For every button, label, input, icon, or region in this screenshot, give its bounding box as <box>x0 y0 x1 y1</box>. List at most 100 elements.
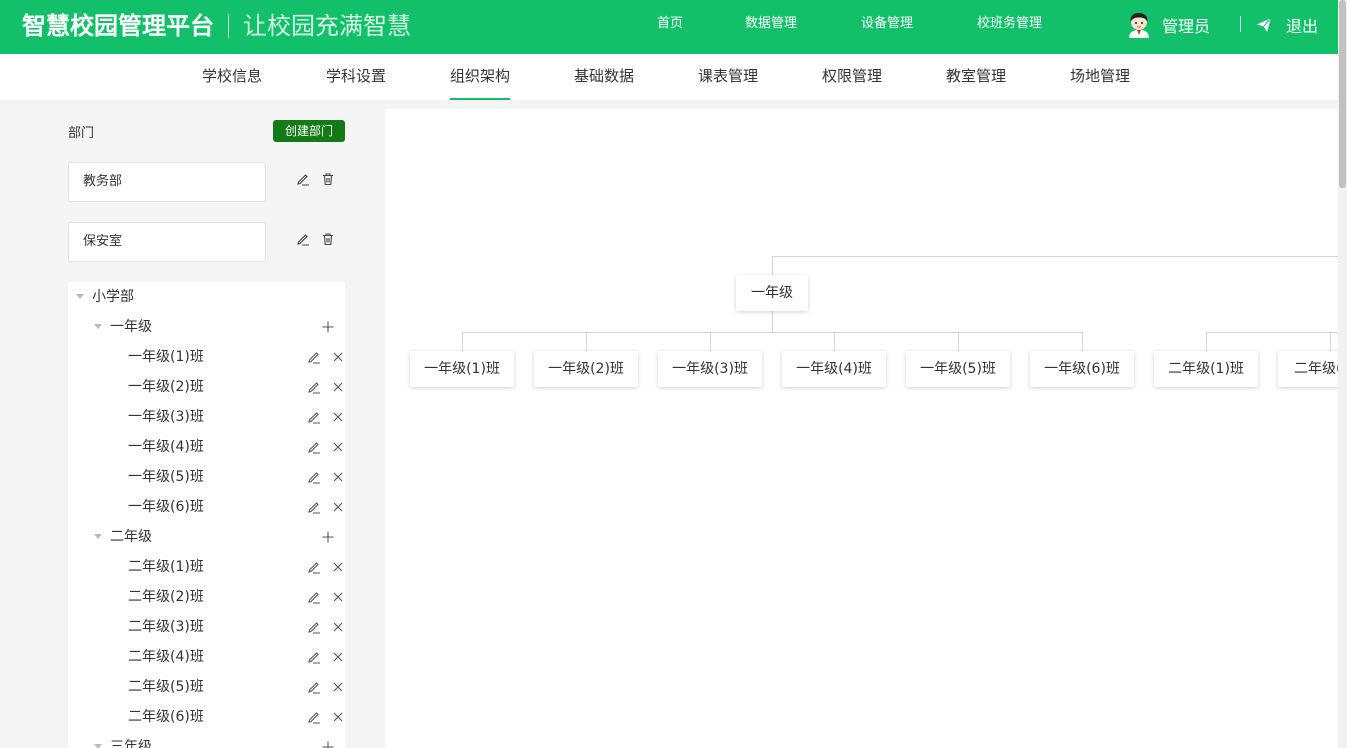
pencil-icon[interactable] <box>307 620 321 634</box>
org-node-grade[interactable]: 一年级 <box>736 275 808 311</box>
pencil-icon[interactable] <box>307 500 321 514</box>
tree-node-class[interactable]: 二年级(4)班 <box>68 642 345 672</box>
tree-node-class[interactable]: 一年级(6)班 <box>68 492 345 522</box>
scrollbar-thumb[interactable] <box>1339 0 1346 188</box>
department-item[interactable]: 保安室 <box>68 222 266 262</box>
tree-node-grade[interactable]: 二年级 <box>68 522 345 552</box>
tree-label: 二年级(1)班 <box>128 559 204 575</box>
trash-icon[interactable] <box>321 172 335 186</box>
pencil-icon[interactable] <box>307 680 321 694</box>
pencil-icon[interactable] <box>307 410 321 424</box>
tree-label: 二年级 <box>110 529 152 545</box>
close-icon[interactable] <box>331 710 345 724</box>
connector-line <box>586 332 587 351</box>
pencil-icon[interactable] <box>307 470 321 484</box>
logout-button[interactable]: 退出 <box>1256 12 1318 38</box>
close-icon[interactable] <box>331 410 345 424</box>
connector-line <box>958 332 959 351</box>
close-icon[interactable] <box>331 620 345 634</box>
tree-label: 二年级(3)班 <box>128 619 204 635</box>
tree-node-class[interactable]: 一年级(3)班 <box>68 402 345 432</box>
tree-label: 二年级(4)班 <box>128 649 204 665</box>
tab-timetable[interactable]: 课表管理 <box>698 54 758 100</box>
department-item[interactable]: 教务部 <box>68 162 266 202</box>
tab-permissions[interactable]: 权限管理 <box>822 54 882 100</box>
tree-node-class[interactable]: 一年级(2)班 <box>68 372 345 402</box>
pencil-icon[interactable] <box>296 172 310 186</box>
nav-data-management[interactable]: 数据管理 <box>745 0 797 54</box>
close-icon[interactable] <box>331 590 345 604</box>
plus-icon[interactable] <box>321 740 335 748</box>
org-node-class[interactable]: 一年级(1)班 <box>410 351 514 387</box>
avatar <box>1126 11 1152 39</box>
org-node-class[interactable]: 一年级(4)班 <box>782 351 886 387</box>
close-icon[interactable] <box>331 440 345 454</box>
tree-label: 二年级(6)班 <box>128 709 204 725</box>
connector-line <box>772 256 1338 257</box>
header-divider <box>1240 16 1241 32</box>
plus-icon[interactable] <box>321 530 335 544</box>
caret-down-icon[interactable] <box>94 534 102 539</box>
tab-subject-settings[interactable]: 学科设置 <box>326 54 386 100</box>
close-icon[interactable] <box>331 500 345 514</box>
tree-node-class[interactable]: 一年级(5)班 <box>68 462 345 492</box>
org-node-class[interactable]: 二年级(1)班 <box>1154 351 1258 387</box>
tree-label: 一年级 <box>110 319 152 335</box>
tree-node-class[interactable]: 一年级(4)班 <box>68 432 345 462</box>
close-icon[interactable] <box>331 560 345 574</box>
org-node-class[interactable]: 一年级(3)班 <box>658 351 762 387</box>
app-name: 智慧校园管理平台 <box>22 12 214 40</box>
tree-label: 小学部 <box>92 289 134 305</box>
department-title: 部门 <box>68 126 95 141</box>
caret-down-icon[interactable] <box>76 294 84 299</box>
tree-label: 二年级(2)班 <box>128 589 204 605</box>
user-menu[interactable]: 管理员 <box>1126 10 1210 40</box>
tree-node-class[interactable]: 二年级(1)班 <box>68 552 345 582</box>
close-icon[interactable] <box>331 470 345 484</box>
pencil-icon[interactable] <box>307 650 321 664</box>
tab-venues[interactable]: 场地管理 <box>1070 54 1130 100</box>
connector-line <box>1330 332 1331 351</box>
org-node-class[interactable]: 一年级(5)班 <box>906 351 1010 387</box>
caret-down-icon[interactable] <box>94 744 102 748</box>
org-node-class[interactable]: 一年级(2)班 <box>534 351 638 387</box>
pencil-icon[interactable] <box>307 560 321 574</box>
tab-classrooms[interactable]: 教室管理 <box>946 54 1006 100</box>
nav-device-management[interactable]: 设备管理 <box>861 0 913 54</box>
pencil-icon[interactable] <box>307 380 321 394</box>
connector-line <box>834 332 835 351</box>
trash-icon[interactable] <box>321 232 335 246</box>
plus-icon[interactable] <box>321 320 335 334</box>
tree-node-root[interactable]: 小学部 <box>68 282 345 312</box>
brand: 智慧校园管理平台 让校园充满智慧 <box>22 10 411 42</box>
secondary-nav: 学校信息 学科设置 组织架构 基础数据 课表管理 权限管理 教室管理 场地管理 <box>0 54 1338 100</box>
tree-node-class[interactable]: 一年级(1)班 <box>68 342 345 372</box>
page-scrollbar[interactable] <box>1338 0 1347 748</box>
close-icon[interactable] <box>331 680 345 694</box>
close-icon[interactable] <box>331 350 345 364</box>
close-icon[interactable] <box>331 380 345 394</box>
tab-basic-data[interactable]: 基础数据 <box>574 54 634 100</box>
tab-org-structure[interactable]: 组织架构 <box>450 54 511 100</box>
tree-node-class[interactable]: 二年级(6)班 <box>68 702 345 732</box>
nav-class-affairs[interactable]: 校班务管理 <box>977 0 1042 54</box>
tab-school-info[interactable]: 学校信息 <box>202 54 262 100</box>
pencil-icon[interactable] <box>296 232 310 246</box>
tree-node-grade[interactable]: 三年级 <box>68 732 345 748</box>
tree-node-grade[interactable]: 一年级 <box>68 312 345 342</box>
tree-node-class[interactable]: 二年级(2)班 <box>68 582 345 612</box>
close-icon[interactable] <box>331 650 345 664</box>
tree-node-class[interactable]: 二年级(5)班 <box>68 672 345 702</box>
pencil-icon[interactable] <box>307 710 321 724</box>
pencil-icon[interactable] <box>307 440 321 454</box>
user-name: 管理员 <box>1162 17 1211 36</box>
logout-label: 退出 <box>1286 17 1319 36</box>
org-node-class[interactable]: 二年级( <box>1278 351 1338 387</box>
tree-node-class[interactable]: 二年级(3)班 <box>68 612 345 642</box>
pencil-icon[interactable] <box>307 350 321 364</box>
nav-home[interactable]: 首页 <box>657 0 683 54</box>
org-node-class[interactable]: 一年级(6)班 <box>1030 351 1134 387</box>
caret-down-icon[interactable] <box>94 324 102 329</box>
pencil-icon[interactable] <box>307 590 321 604</box>
create-department-button[interactable]: 创建部门 <box>273 120 345 142</box>
